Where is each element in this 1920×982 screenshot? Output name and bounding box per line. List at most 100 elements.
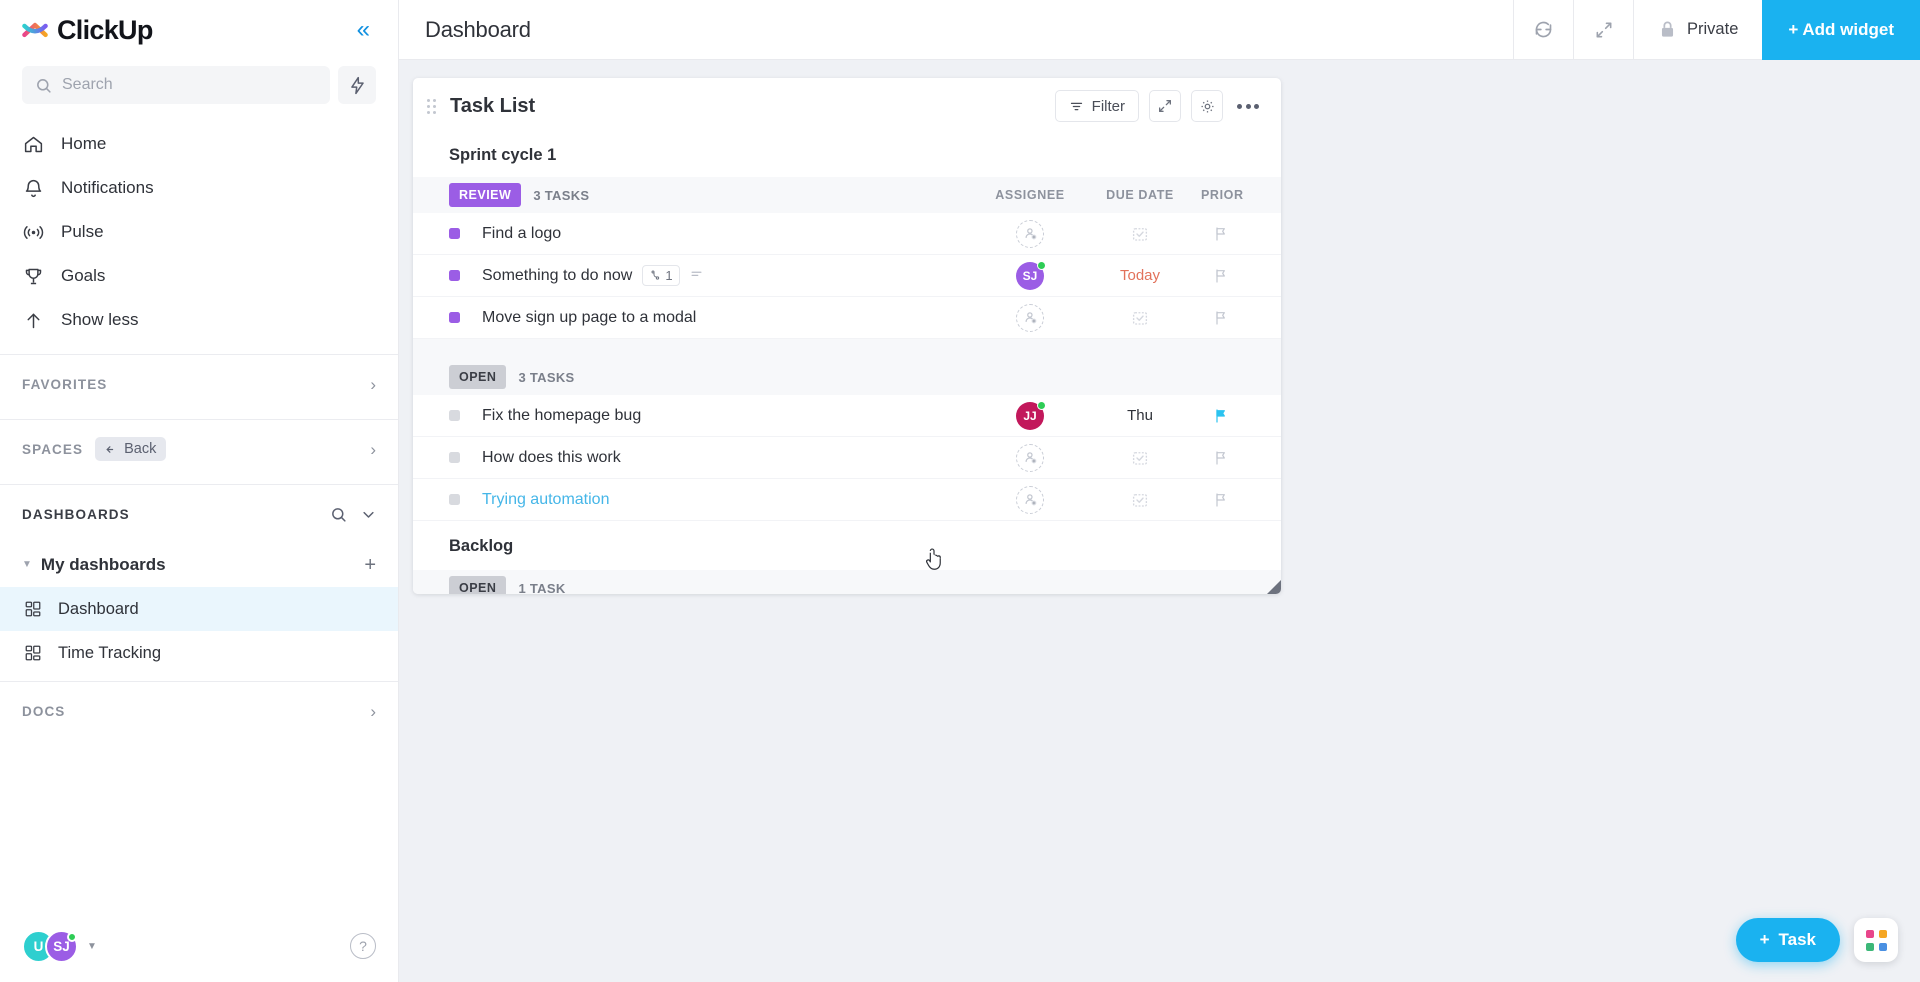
user-avatars[interactable]: U SJ ▼ xyxy=(22,929,97,963)
sidebar-item-label: Home xyxy=(61,134,107,153)
due-date-cell[interactable] xyxy=(1085,309,1195,327)
group-spacer xyxy=(413,339,1281,359)
assignee-cell[interactable] xyxy=(975,443,1085,472)
collapse-sidebar-button[interactable]: « xyxy=(351,14,376,46)
add-task-button[interactable]: + Task xyxy=(1735,918,1840,962)
sidebar-section-docs[interactable]: DOCS › xyxy=(0,682,398,740)
priority-cell[interactable] xyxy=(1195,268,1281,284)
group-header-review: REVIEW 3 TASKS ASSIGNEE DUE DATE PRIOR xyxy=(413,177,1281,213)
avatar[interactable]: SJ xyxy=(45,929,78,963)
table-row[interactable]: How does this work xyxy=(413,437,1281,479)
quick-action-button[interactable] xyxy=(338,66,376,104)
assignee-cell[interactable] xyxy=(975,219,1085,248)
dashboard-grid-icon xyxy=(22,600,44,618)
add-assignee-icon[interactable] xyxy=(1016,219,1044,248)
widget-resize-handle[interactable] xyxy=(1267,580,1281,594)
refresh-icon xyxy=(1535,21,1552,38)
status-badge[interactable]: REVIEW xyxy=(449,183,522,207)
filter-button[interactable]: Filter xyxy=(1054,90,1139,122)
plus-icon: + xyxy=(1759,930,1770,949)
chevron-down-icon[interactable] xyxy=(361,507,376,522)
app-root: ClickUp « Search Home Notifications Puls… xyxy=(0,0,1920,982)
drag-dots-icon[interactable] xyxy=(423,97,440,116)
fullscreen-button[interactable] xyxy=(1573,0,1633,60)
assignee-cell[interactable] xyxy=(975,485,1085,514)
avatar[interactable]: JJ xyxy=(1016,400,1046,430)
widget-expand-button[interactable] xyxy=(1149,90,1181,122)
sidebar-item-goals[interactable]: Goals xyxy=(0,254,398,298)
sidebar-item-time-tracking[interactable]: Time Tracking xyxy=(0,631,398,675)
widget-header: Task List Filter xyxy=(413,78,1281,134)
assignee-cell[interactable]: SJ xyxy=(975,260,1085,290)
calendar-icon xyxy=(1132,311,1148,325)
group-header-backlog-open: OPEN 1 TASK xyxy=(413,570,1281,594)
table-row[interactable]: Fix the homepage bug JJ Thu xyxy=(413,395,1281,437)
widget-settings-button[interactable] xyxy=(1191,90,1223,122)
table-row[interactable]: Move sign up page to a modal xyxy=(413,297,1281,339)
due-date-cell[interactable]: Today xyxy=(1085,267,1195,284)
priority-cell[interactable] xyxy=(1195,408,1281,424)
refresh-button[interactable] xyxy=(1513,0,1573,60)
apps-grid-button[interactable] xyxy=(1854,918,1898,962)
caret-down-icon: ▼ xyxy=(22,559,32,570)
table-row[interactable]: Find a logo xyxy=(413,213,1281,255)
equals-icon[interactable] xyxy=(689,266,704,285)
avatar-initials: SJ xyxy=(53,938,70,954)
assignee-cell[interactable]: JJ xyxy=(975,400,1085,430)
widget-more-button[interactable] xyxy=(1233,96,1263,117)
add-assignee-icon[interactable] xyxy=(1016,303,1044,332)
sidebar-item-pulse[interactable]: Pulse xyxy=(0,210,398,254)
widget-title: Task List xyxy=(450,94,536,117)
column-header-assignee: ASSIGNEE xyxy=(995,188,1065,202)
home-icon xyxy=(22,134,44,155)
chevron-right-icon: › xyxy=(370,374,376,394)
privacy-button[interactable]: Private xyxy=(1633,0,1762,60)
clickup-logo[interactable]: ClickUp xyxy=(22,15,153,46)
due-date-cell[interactable] xyxy=(1085,491,1195,509)
add-widget-button[interactable]: + Add widget xyxy=(1762,0,1920,60)
due-date-cell[interactable]: Thu xyxy=(1085,407,1195,424)
lock-icon xyxy=(1661,21,1674,37)
assignee-cell[interactable] xyxy=(975,303,1085,332)
priority-cell[interactable] xyxy=(1195,450,1281,466)
my-dashboards-group[interactable]: ▼ My dashboards + xyxy=(0,543,398,587)
sidebar-item-show-less[interactable]: Show less xyxy=(0,298,398,342)
flag-outline-icon xyxy=(1216,310,1225,325)
due-date-value: Thu xyxy=(1127,407,1153,424)
sidebar-item-dashboard[interactable]: Dashboard xyxy=(0,587,398,631)
task-count: 1 TASK xyxy=(518,580,566,595)
search-input[interactable]: Search xyxy=(22,66,330,104)
search-icon[interactable] xyxy=(330,506,347,523)
add-dashboard-button[interactable]: + xyxy=(364,555,376,575)
section-label: DASHBOARDS xyxy=(22,506,130,522)
status-badge[interactable]: OPEN xyxy=(449,365,507,389)
priority-cell[interactable] xyxy=(1195,226,1281,242)
sidebar-item-label: Dashboard xyxy=(58,599,139,618)
sidebar-section-spaces[interactable]: SPACES Back › xyxy=(0,420,398,478)
sidebar-item-home[interactable]: Home xyxy=(0,122,398,166)
bell-icon xyxy=(22,178,44,199)
help-button[interactable]: ? xyxy=(350,933,376,959)
due-date-cell[interactable] xyxy=(1085,449,1195,467)
sidebar-section-favorites[interactable]: FAVORITES › xyxy=(0,355,398,413)
due-date-cell[interactable] xyxy=(1085,225,1195,243)
subtask-badge[interactable]: 1 xyxy=(642,265,680,286)
caret-down-icon[interactable]: ▼ xyxy=(87,941,97,952)
add-assignee-icon[interactable] xyxy=(1016,443,1044,472)
arrow-up-icon xyxy=(22,310,44,331)
sidebar-item-notifications[interactable]: Notifications xyxy=(0,166,398,210)
status-square-icon xyxy=(449,494,460,505)
status-badge[interactable]: OPEN xyxy=(449,576,507,594)
avatar[interactable]: SJ xyxy=(1016,260,1046,290)
column-header-priority: PRIOR xyxy=(1201,188,1244,202)
table-row[interactable]: Something to do now 1 SJ Today xyxy=(413,255,1281,297)
priority-cell[interactable] xyxy=(1195,310,1281,326)
sidebar-nav: Home Notifications Pulse Goals Show less xyxy=(0,118,398,348)
search-icon xyxy=(37,78,51,93)
table-row[interactable]: Trying automation xyxy=(413,479,1281,521)
add-assignee-icon[interactable] xyxy=(1016,485,1044,514)
filter-icon xyxy=(1070,102,1082,110)
priority-cell[interactable] xyxy=(1195,492,1281,508)
back-button[interactable]: Back xyxy=(95,437,167,461)
back-label: Back xyxy=(124,441,157,457)
